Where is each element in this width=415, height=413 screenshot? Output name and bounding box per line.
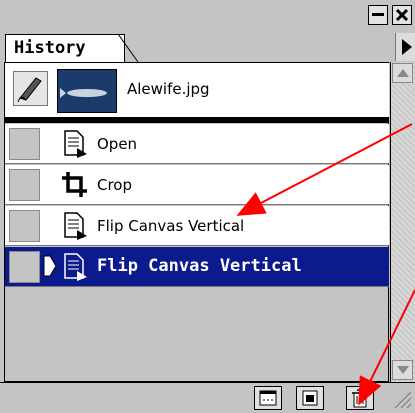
new-snapshot-icon xyxy=(302,390,318,406)
minimize-icon xyxy=(372,13,384,16)
history-step-open[interactable]: Open xyxy=(5,124,389,164)
scroll-up-button[interactable] xyxy=(392,63,413,83)
up-arrow-icon xyxy=(397,69,409,77)
panel-titlebar xyxy=(0,0,415,30)
document-icon xyxy=(64,130,87,158)
new-snapshot-button[interactable] xyxy=(296,386,324,410)
snapshot-separator xyxy=(5,117,389,123)
snapshot-thumbnail xyxy=(57,69,117,113)
history-state-slider-icon[interactable] xyxy=(43,255,57,277)
menu-arrow-icon xyxy=(402,39,412,55)
history-step-flip-1[interactable]: Flip Canvas Vertical xyxy=(5,206,389,246)
scroll-down-button[interactable] xyxy=(392,360,413,380)
step-checkbox[interactable] xyxy=(9,169,40,201)
panel-menu-button[interactable] xyxy=(395,33,415,61)
history-panel: History Alewife.jpg Open Crop Flip Canva… xyxy=(0,0,415,413)
crop-icon xyxy=(62,172,87,197)
new-document-button[interactable] xyxy=(254,386,282,410)
close-icon xyxy=(395,8,409,22)
close-button[interactable] xyxy=(392,5,412,25)
tab-corner xyxy=(118,34,139,63)
history-brush-icon xyxy=(17,77,42,103)
step-label: Flip Canvas Vertical xyxy=(97,256,302,276)
step-checkbox[interactable] xyxy=(9,251,40,283)
history-brush-source[interactable] xyxy=(13,71,48,106)
step-label: Crop xyxy=(97,176,133,194)
fish-thumbnail-icon xyxy=(60,88,107,98)
snapshot-row[interactable]: Alewife.jpg xyxy=(5,63,389,117)
history-step-crop[interactable]: Crop xyxy=(5,165,389,205)
step-checkbox[interactable] xyxy=(9,128,40,160)
snapshot-filename: Alewife.jpg xyxy=(127,80,210,98)
document-icon xyxy=(64,253,87,281)
resize-grip-icon[interactable] xyxy=(393,388,413,410)
document-icon xyxy=(64,212,87,240)
trash-icon xyxy=(352,389,368,408)
new-document-icon xyxy=(259,390,277,406)
step-label: Open xyxy=(97,135,138,153)
collapse-button[interactable] xyxy=(368,5,388,25)
tab-history-label: History xyxy=(14,38,86,58)
history-step-flip-2-selected[interactable]: Flip Canvas Vertical xyxy=(5,247,389,287)
step-label: Flip Canvas Vertical xyxy=(97,217,245,235)
delete-button[interactable] xyxy=(346,386,374,410)
down-arrow-icon xyxy=(397,366,409,374)
step-checkbox[interactable] xyxy=(9,210,40,242)
vertical-scrollbar[interactable] xyxy=(390,62,415,382)
